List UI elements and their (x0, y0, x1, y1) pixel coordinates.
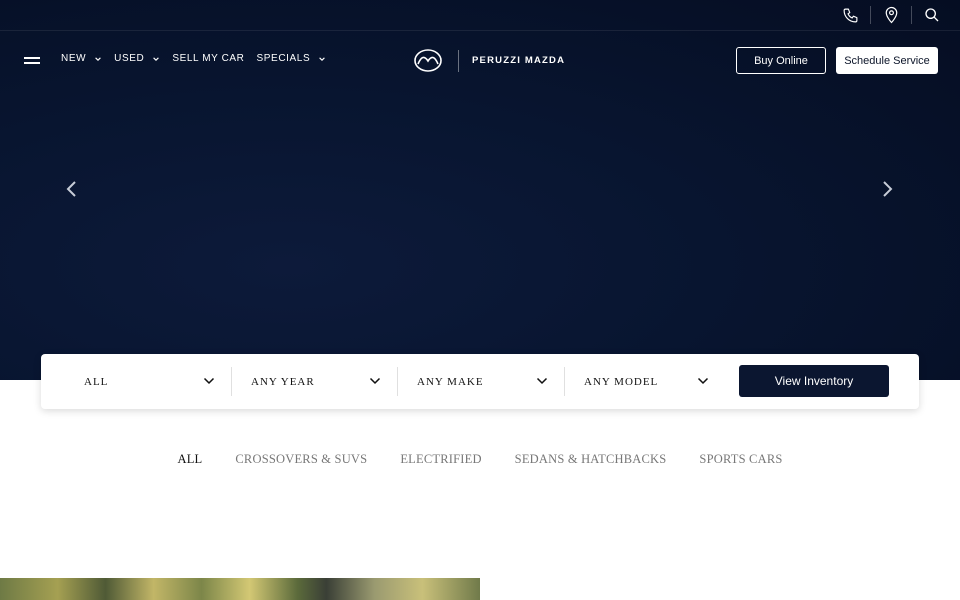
dealer-name: PERUZZI MAZDA (472, 55, 566, 66)
nav-item-label: USED (114, 53, 145, 64)
filter-value: ALL (84, 375, 109, 388)
buy-online-button[interactable]: Buy Online (736, 47, 826, 74)
hero-banner: NEW USED SELL MY CAR SPECIALS PERUZZI MA… (0, 0, 960, 380)
utility-bar (0, 0, 960, 31)
chevron-down-icon (536, 377, 548, 385)
chevron-down-icon (369, 377, 381, 385)
nav-item-new[interactable]: NEW (61, 53, 102, 64)
phone-icon[interactable] (840, 5, 860, 25)
vehicle-thumbnail-image[interactable] (0, 578, 480, 600)
mazda-logo-icon (414, 49, 442, 72)
nav-item-sell-my-car[interactable]: SELL MY CAR (172, 53, 244, 64)
tab-electrified[interactable]: ELECTRIFIED (400, 452, 481, 467)
chevron-down-icon (697, 377, 709, 385)
inventory-search-bar: ALL ANY YEAR ANY MAKE ANY MODEL View Inv… (41, 354, 919, 409)
chevron-down-icon (95, 56, 101, 61)
schedule-service-button[interactable]: Schedule Service (836, 47, 938, 74)
chevron-down-icon (203, 377, 215, 385)
filter-value: ANY MODEL (584, 375, 659, 388)
vehicle-category-tabs: ALL CROSSOVERS & SUVS ELECTRIFIED SEDANS… (0, 452, 960, 467)
brand-logo[interactable]: PERUZZI MAZDA (413, 48, 565, 73)
view-inventory-button[interactable]: View Inventory (739, 365, 889, 397)
filter-value: ANY YEAR (251, 375, 315, 388)
filter-value: ANY MAKE (417, 375, 484, 388)
utility-separator (911, 6, 912, 24)
tab-sedans-hatchbacks[interactable]: SEDANS & HATCHBACKS (515, 452, 667, 467)
year-select[interactable]: ANY YEAR (232, 367, 398, 396)
nav-links: NEW USED SELL MY CAR SPECIALS (61, 53, 338, 64)
tab-all[interactable]: ALL (177, 452, 202, 467)
nav-item-label: NEW (61, 53, 87, 64)
brand-divider (458, 49, 459, 72)
utility-separator (870, 6, 871, 24)
carousel-prev-icon[interactable] (62, 178, 82, 200)
utility-icons (840, 5, 942, 25)
location-pin-icon[interactable] (881, 5, 901, 25)
chevron-down-icon (319, 56, 326, 61)
nav-item-used[interactable]: USED (114, 53, 160, 64)
nav-item-specials[interactable]: SPECIALS (257, 53, 327, 64)
nav-item-label: SELL MY CAR (172, 53, 245, 64)
carousel-next-icon[interactable] (877, 178, 897, 200)
model-select[interactable]: ANY MODEL (565, 367, 725, 396)
search-icon[interactable] (922, 5, 942, 25)
vehicle-condition-select[interactable]: ALL (41, 367, 232, 396)
chevron-down-icon (153, 56, 160, 61)
tab-crossovers-suvs[interactable]: CROSSOVERS & SUVS (235, 452, 367, 467)
make-select[interactable]: ANY MAKE (398, 367, 565, 396)
tab-sports-cars[interactable]: SPORTS CARS (699, 452, 782, 467)
nav-item-label: SPECIALS (256, 53, 311, 64)
main-navigation: NEW USED SELL MY CAR SPECIALS PERUZZI MA… (0, 31, 960, 91)
menu-icon[interactable] (24, 55, 40, 65)
